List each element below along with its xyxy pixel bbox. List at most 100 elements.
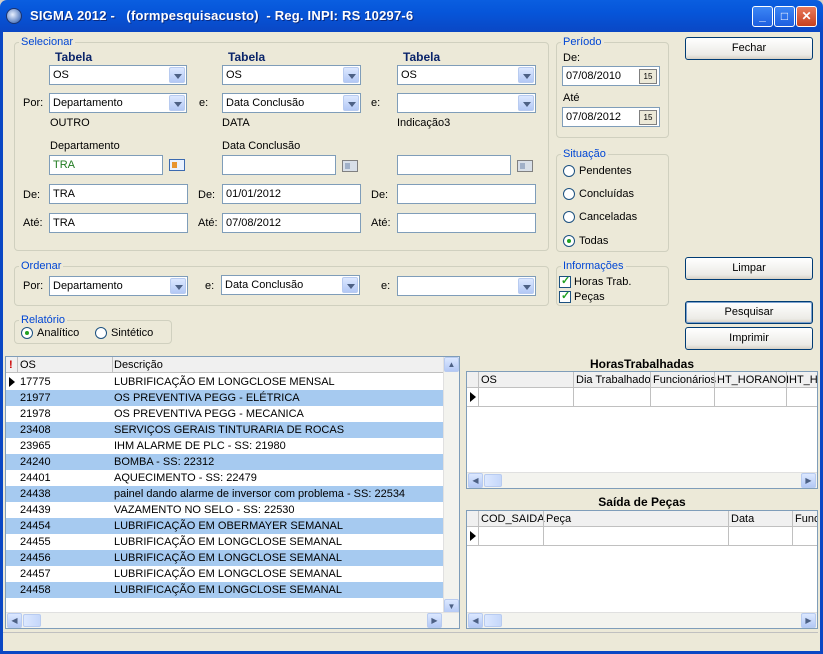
chevron-down-icon[interactable] (518, 67, 534, 83)
scroll-right-icon[interactable]: ▶ (801, 613, 816, 628)
descricao-cell[interactable]: LUBRIFICAÇÃO EM LONGCLOSE MENSAL (114, 376, 335, 388)
pesquisar-button[interactable]: Pesquisar (685, 301, 813, 324)
descricao-column-header[interactable]: Descrição (114, 359, 163, 371)
descricao-cell[interactable]: LUBRIFICAÇÃO EM LONGCLOSE SEMANAL (114, 552, 342, 564)
pecas-col-data[interactable]: Data (731, 513, 754, 525)
tabela-select-3[interactable]: OS (397, 65, 536, 85)
os-cell[interactable]: 23965 (20, 440, 51, 452)
radio-icon[interactable] (563, 165, 575, 177)
maximize-button[interactable]: □ (774, 6, 795, 27)
table-row[interactable]: 17775 LUBRIFICAÇÃO EM LONGCLOSE MENSAL (6, 374, 444, 390)
lookup-icon[interactable] (169, 159, 185, 171)
table-row[interactable]: 21977 OS PREVENTIVA PEGG - ELÉTRICA (6, 390, 444, 406)
radio-icon[interactable] (563, 211, 575, 223)
calendar-icon[interactable]: 15 (639, 69, 657, 84)
pecas-checkbox[interactable]: Peças (559, 289, 605, 303)
pecas-grid[interactable]: COD_SAIDA Peça Data Func ◀ ▶ (466, 510, 818, 629)
os-cell[interactable]: 24455 (20, 536, 51, 548)
lookup-icon[interactable] (517, 160, 533, 172)
radio-checked-icon[interactable] (21, 327, 33, 339)
table-row[interactable]: 24438 painel dando alarme de inversor com… (6, 486, 444, 502)
de-input-2[interactable]: 01/01/2012 (222, 184, 361, 204)
fechar-button[interactable]: Fechar (685, 37, 813, 60)
situacao-todas-radio[interactable]: Todas (563, 235, 608, 247)
periodo-ate-input[interactable]: 07/08/2012 15 (562, 107, 660, 127)
tabela-select-2[interactable]: OS (222, 65, 361, 85)
descricao-cell[interactable]: LUBRIFICAÇÃO EM LONGCLOSE SEMANAL (114, 584, 342, 596)
de-input-1[interactable]: TRA (49, 184, 188, 204)
os-cell[interactable]: 24438 (20, 488, 51, 500)
de-input-3[interactable] (397, 184, 536, 204)
field-input-1[interactable]: TRA (49, 155, 163, 175)
situacao-pendentes-radio[interactable]: Pendentes (563, 165, 632, 177)
horizontal-scrollbar[interactable]: ◀ ▶ (6, 612, 459, 628)
descricao-cell[interactable]: LUBRIFICAÇÃO EM LONGCLOSE SEMANAL (114, 536, 342, 548)
horizontal-scrollbar[interactable]: ◀ ▶ (467, 612, 817, 628)
field-input-3[interactable] (397, 155, 511, 175)
ate-input-3[interactable] (397, 213, 536, 233)
os-cell[interactable]: 24458 (20, 584, 51, 596)
descricao-cell[interactable]: OS PREVENTIVA PEGG - ELÉTRICA (114, 392, 300, 404)
descricao-cell[interactable]: SERVIÇOS GERAIS TINTURARIA DE ROCAS (114, 424, 344, 436)
table-row[interactable]: 21978 OS PREVENTIVA PEGG - MECANICA (6, 406, 444, 422)
table-row[interactable]: 24454 LUBRIFICAÇÃO EM OBERMAYER SEMANAL (6, 518, 444, 534)
ordenar-select-2[interactable]: Data Conclusão (221, 275, 360, 295)
descricao-cell[interactable]: LUBRIFICAÇÃO EM OBERMAYER SEMANAL (114, 520, 343, 532)
horas-col-h[interactable]: HT_H (789, 374, 817, 386)
scroll-thumb[interactable] (23, 614, 41, 627)
scroll-left-icon[interactable]: ◀ (468, 613, 483, 628)
os-cell[interactable]: 24401 (20, 472, 51, 484)
calendar-icon[interactable]: 15 (639, 110, 657, 125)
horas-grid[interactable]: OS Dia Trabalhado Funcionários HT_HORANO… (466, 371, 818, 489)
ordenar-select-1[interactable]: Departamento (49, 276, 188, 296)
os-cell[interactable]: 24439 (20, 504, 51, 516)
situacao-concluidas-radio[interactable]: Concluídas (563, 188, 634, 200)
scroll-thumb[interactable] (484, 474, 502, 487)
table-row[interactable]: 24401 AQUECIMENTO - SS: 22479 (6, 470, 444, 486)
pecas-col-func[interactable]: Func (795, 513, 817, 525)
campo-select-3[interactable] (397, 93, 536, 113)
checkbox-checked-icon[interactable] (559, 274, 571, 288)
radio-checked-icon[interactable] (563, 235, 575, 247)
periodo-de-input[interactable]: 07/08/2010 15 (562, 66, 660, 86)
campo-select-2[interactable]: Data Conclusão (222, 93, 361, 113)
chevron-down-icon[interactable] (518, 95, 534, 111)
scroll-left-icon[interactable]: ◀ (468, 473, 483, 488)
horizontal-scrollbar[interactable]: ◀ ▶ (467, 472, 817, 488)
descricao-cell[interactable]: OS PREVENTIVA PEGG - MECANICA (114, 408, 304, 420)
relatorio-analitico-radio[interactable]: Analítico (21, 327, 79, 339)
horas-col-funcionarios[interactable]: Funcionários (653, 374, 716, 386)
scroll-right-icon[interactable]: ▶ (801, 473, 816, 488)
descricao-cell[interactable]: painel dando alarme de inversor com prob… (114, 488, 405, 500)
descricao-cell[interactable]: IHM ALARME DE PLC - SS: 21980 (114, 440, 286, 452)
descricao-cell[interactable]: LUBRIFICAÇÃO EM LONGCLOSE SEMANAL (114, 568, 342, 580)
table-row[interactable]: 24457 LUBRIFICAÇÃO EM LONGCLOSE SEMANAL (6, 566, 444, 582)
radio-icon[interactable] (95, 327, 107, 339)
os-cell[interactable]: 23408 (20, 424, 51, 436)
limpar-button[interactable]: Limpar (685, 257, 813, 280)
horas-col-os[interactable]: OS (481, 374, 497, 386)
tabela-select-1[interactable]: OS (49, 65, 187, 85)
scroll-up-icon[interactable]: ▲ (444, 357, 459, 372)
os-cell[interactable]: 24457 (20, 568, 51, 580)
chevron-down-icon[interactable] (170, 278, 186, 294)
ate-input-1[interactable]: TRA (49, 213, 188, 233)
os-cell[interactable]: 24454 (20, 520, 51, 532)
chevron-down-icon[interactable] (343, 67, 359, 83)
table-row[interactable]: 24458 LUBRIFICAÇÃO EM LONGCLOSE SEMANAL (6, 582, 444, 598)
vertical-scrollbar[interactable]: ▲ ▼ (443, 357, 459, 614)
imprimir-button[interactable]: Imprimir (685, 327, 813, 350)
table-row[interactable]: 24439 VAZAMENTO NO SELO - SS: 22530 (6, 502, 444, 518)
os-cell[interactable]: 24456 (20, 552, 51, 564)
table-row[interactable]: 24240 BOMBA - SS: 22312 (6, 454, 444, 470)
horas-col-dia[interactable]: Dia Trabalhado (576, 374, 651, 386)
os-cell[interactable]: 21978 (20, 408, 51, 420)
os-cell[interactable]: 21977 (20, 392, 51, 404)
checkbox-checked-icon[interactable] (559, 289, 571, 303)
chevron-down-icon[interactable] (169, 67, 185, 83)
horas-col-horanoi[interactable]: HT_HORANOI (717, 374, 789, 386)
table-row[interactable]: 24456 LUBRIFICAÇÃO EM LONGCLOSE SEMANAL (6, 550, 444, 566)
campo-select-1[interactable]: Departamento (49, 93, 187, 113)
lookup-icon[interactable] (342, 160, 358, 172)
descricao-cell[interactable]: VAZAMENTO NO SELO - SS: 22530 (114, 504, 295, 516)
